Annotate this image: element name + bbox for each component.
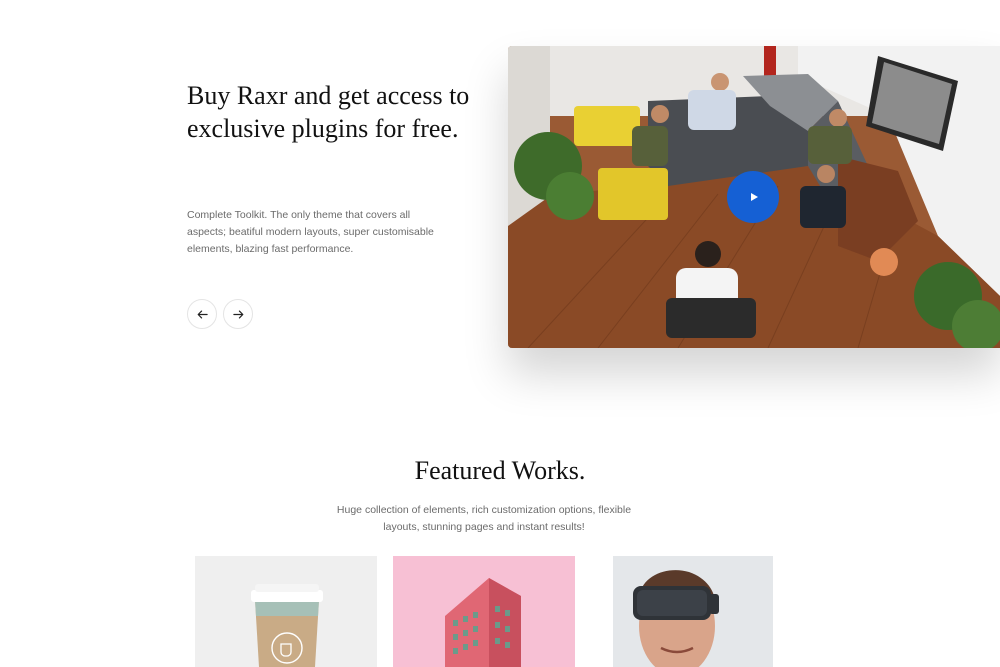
play-button[interactable] <box>727 171 779 223</box>
featured-work-item[interactable] <box>393 556 575 667</box>
slider-prev-button[interactable] <box>187 299 217 329</box>
featured-works-title: Featured Works. <box>414 456 586 485</box>
featured-work-item[interactable] <box>195 556 377 667</box>
hero-description: Complete Toolkit. The only theme that co… <box>187 209 434 255</box>
hero-title: Buy Raxr and get access to exclusive plu… <box>187 81 470 143</box>
vr-headset-image <box>591 556 773 667</box>
arrow-right-icon <box>232 310 243 318</box>
slider-next-button[interactable] <box>223 299 253 329</box>
pink-building-image <box>393 556 575 667</box>
featured-works-subtitle: Huge collection of elements, rich custom… <box>336 504 632 533</box>
play-icon <box>751 193 758 201</box>
featured-work-item[interactable] <box>591 556 773 667</box>
coffee-cup-image <box>195 556 377 667</box>
arrow-left-icon <box>197 310 208 318</box>
